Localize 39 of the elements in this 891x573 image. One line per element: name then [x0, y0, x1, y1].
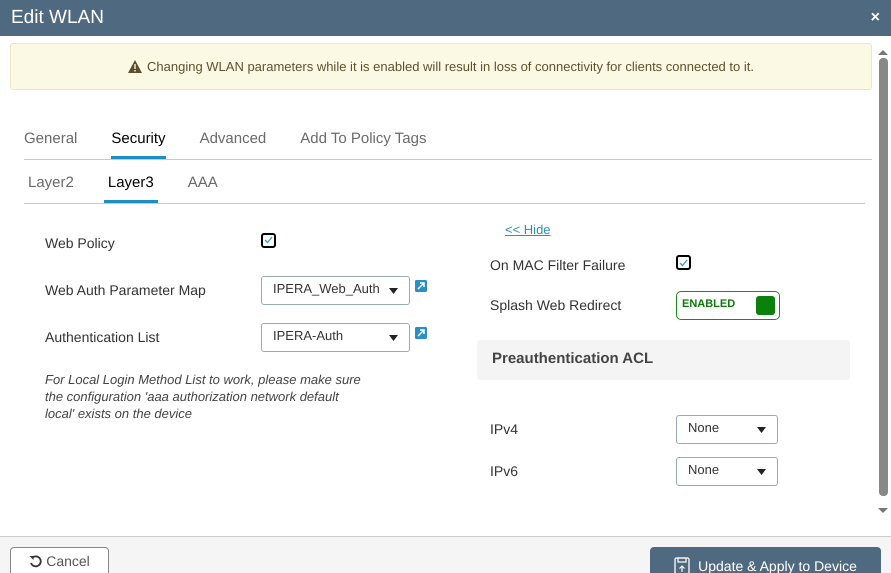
field-label: On MAC Filter Failure	[490, 256, 626, 275]
check-icon	[679, 258, 688, 266]
tab[interactable]: Security	[111, 128, 166, 159]
window-title: Edit WLAN	[11, 6, 104, 30]
field-label: IPv6	[490, 462, 520, 481]
field-label: Web Auth Parameter Map	[45, 281, 207, 300]
field-label: IPv4	[490, 420, 520, 439]
dropdown[interactable]: IPERA-Auth	[261, 323, 410, 352]
undo-icon	[29, 554, 42, 568]
dropdown[interactable]: None	[676, 415, 778, 444]
field-label: Splash Web Redirect	[490, 296, 622, 315]
subtab[interactable]: AAA	[184, 172, 222, 203]
warning-message: Changing WLAN parameters while it is enabled will result in loss of connectivity for clients connected to it.	[147, 58, 754, 76]
close-button[interactable]: ×	[870, 10, 880, 26]
section-title: Preauthentication ACL	[492, 349, 654, 370]
external-link-icon[interactable]	[415, 280, 427, 292]
check-icon	[264, 236, 273, 244]
caret-icon	[389, 288, 398, 294]
toggle-switch[interactable]: ENABLED	[676, 291, 780, 320]
external-link-icon[interactable]	[415, 326, 427, 338]
caret-icon	[389, 334, 398, 340]
caret-icon	[757, 426, 766, 432]
save-icon	[674, 557, 690, 573]
cancel-button[interactable]: Cancel	[10, 547, 109, 573]
dropdown[interactable]: IPERA_Web_Auth	[261, 276, 410, 305]
hide-link[interactable]: << Hide	[505, 220, 551, 240]
tab[interactable]: Add To Policy Tags	[300, 128, 426, 159]
tab[interactable]: Advanced	[200, 128, 266, 159]
dropdown[interactable]: None	[676, 457, 778, 486]
field-label: Web Policy	[45, 234, 116, 253]
subtab[interactable]: Layer3	[104, 172, 158, 203]
checkbox[interactable]	[261, 232, 276, 248]
checkbox[interactable]	[676, 255, 691, 270]
subtab[interactable]: Layer2	[24, 172, 78, 203]
tab[interactable]: General	[24, 128, 78, 159]
caret-icon	[757, 468, 766, 474]
field-label: Authentication List	[45, 328, 160, 347]
warning-icon	[128, 60, 142, 73]
info-note: For Local Login Method List to work, please make sure the configuration 'aaa authorization network default local' exists on the device	[45, 371, 362, 422]
